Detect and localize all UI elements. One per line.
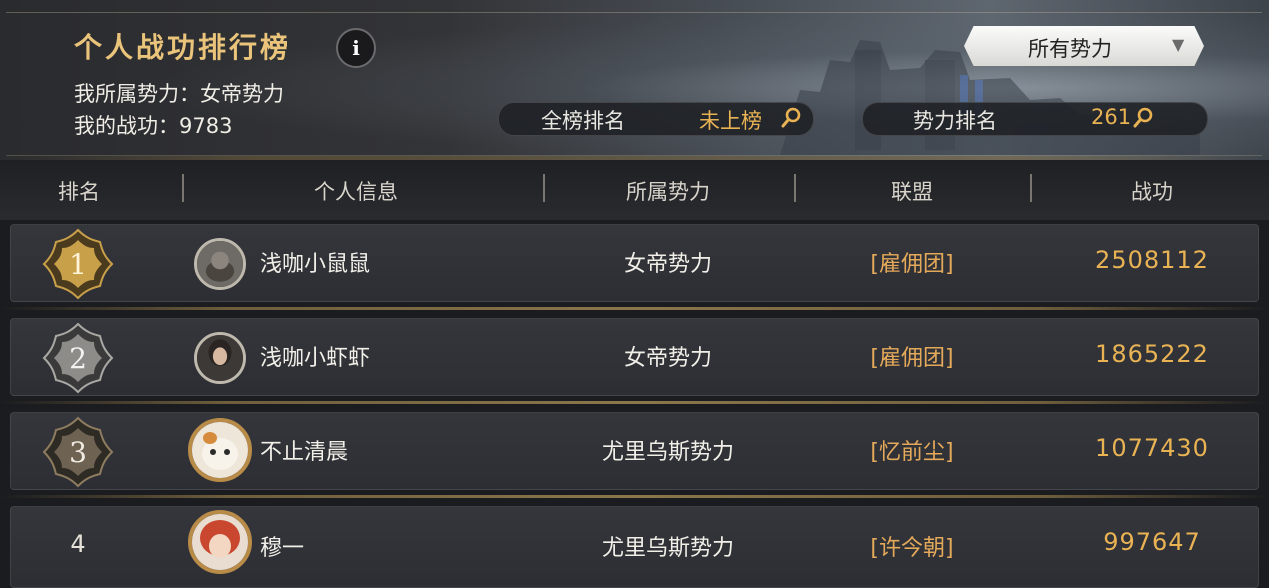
- column-divider: [794, 174, 796, 202]
- player-name: 不止清晨: [260, 440, 349, 465]
- column-rank: 排名: [58, 180, 100, 204]
- column-divider: [1030, 174, 1032, 202]
- player-name: 穆一: [260, 536, 305, 561]
- magnifier-icon[interactable]: [781, 107, 801, 129]
- avatar[interactable]: [188, 510, 252, 574]
- rank-badge-silver: 2: [42, 322, 114, 394]
- player-faction: 女帝势力: [623, 252, 713, 277]
- player-merit: 2508112: [1095, 246, 1209, 274]
- rank-number: 2: [69, 342, 87, 375]
- table-row[interactable]: 3 不止清晨 尤里乌斯势力 [忆前尘] 1077430: [0, 404, 1269, 498]
- magnifier-icon[interactable]: [1133, 107, 1153, 129]
- faction-filter-label: 所有势力: [1028, 37, 1112, 61]
- header-banner: 个人战功排行榜 i 我所属势力：女帝势力 我的战功：9783 所有势力 ▼ 全榜…: [0, 0, 1269, 160]
- overall-rank-pill[interactable]: 全榜排名 未上榜: [498, 102, 814, 136]
- faction-filter-dropdown[interactable]: 所有势力 ▼: [964, 26, 1204, 66]
- table-row[interactable]: 4 穆一 尤里乌斯势力 [许今朝] 997647: [0, 498, 1269, 588]
- rank-number: 4: [70, 530, 86, 558]
- player-faction: 女帝势力: [623, 346, 713, 371]
- player-name: 浅咖小鼠鼠: [260, 252, 371, 277]
- rank-badge-bronze: 3: [42, 416, 114, 488]
- info-icon[interactable]: i: [336, 28, 376, 68]
- player-alliance[interactable]: [雇佣团]: [870, 340, 953, 372]
- column-divider: [543, 174, 545, 202]
- avatar[interactable]: [188, 418, 252, 482]
- player-name: 浅咖小虾虾: [260, 346, 371, 371]
- player-alliance[interactable]: [雇佣团]: [870, 246, 953, 278]
- faction-rank-pill[interactable]: 势力排名 261: [862, 102, 1208, 136]
- rank-number: 3: [69, 436, 87, 469]
- player-merit: 1077430: [1095, 434, 1209, 462]
- rank-number: 1: [69, 248, 87, 281]
- faction-rank-label: 势力排名: [913, 109, 997, 133]
- player-faction: 尤里乌斯势力: [601, 440, 735, 465]
- player-merit: 1865222: [1095, 340, 1209, 368]
- column-faction: 所属势力: [626, 180, 710, 204]
- my-merit-text: 我的战功：9783: [74, 114, 233, 138]
- column-personal-info: 个人信息: [314, 180, 398, 204]
- overall-rank-value: 未上榜: [699, 109, 762, 133]
- faction-rank-value: 261: [1091, 105, 1132, 129]
- column-alliance: 联盟: [891, 180, 933, 204]
- column-divider: [182, 174, 184, 202]
- rank-badge-gold: 1: [42, 228, 114, 300]
- table-row[interactable]: 1 浅咖小鼠鼠 女帝势力 [雇佣团] 2508112: [0, 216, 1269, 310]
- player-faction: 尤里乌斯势力: [601, 536, 735, 561]
- table-row[interactable]: 2 浅咖小虾虾 女帝势力 [雇佣团] 1865222: [0, 310, 1269, 404]
- my-faction-text: 我所属势力：女帝势力: [74, 82, 284, 106]
- overall-rank-label: 全榜排名: [541, 109, 625, 133]
- avatar[interactable]: [194, 238, 246, 290]
- player-merit: 997647: [1103, 528, 1201, 556]
- triangle-down-icon: ▼: [1172, 35, 1185, 54]
- player-alliance[interactable]: [忆前尘]: [870, 434, 953, 466]
- table-header: 排名 个人信息 所属势力 联盟 战功: [0, 160, 1269, 220]
- avatar[interactable]: [194, 332, 246, 384]
- page-title: 个人战功排行榜: [74, 31, 292, 64]
- column-merit: 战功: [1131, 180, 1173, 204]
- player-alliance[interactable]: [许今朝]: [870, 530, 953, 562]
